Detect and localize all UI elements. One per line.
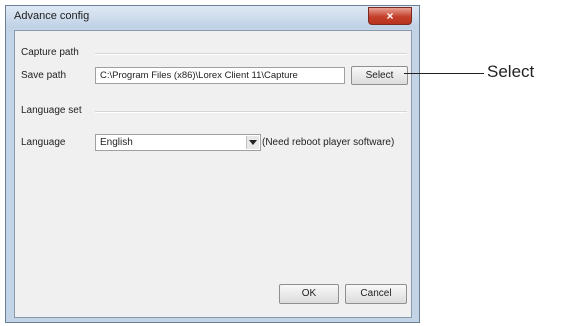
title-bar[interactable]: Advance config × bbox=[6, 6, 419, 28]
chevron-down-icon[interactable] bbox=[246, 136, 259, 149]
callout-line bbox=[404, 73, 484, 74]
language-dropdown[interactable]: English bbox=[95, 134, 261, 151]
close-icon: × bbox=[386, 9, 394, 23]
callout-label: Select bbox=[487, 62, 535, 81]
save-path-field[interactable]: C:\Program Files (x86)\Lorex Client 11\C… bbox=[95, 67, 345, 84]
select-button-label: Select bbox=[365, 70, 394, 81]
capture-path-divider bbox=[95, 53, 407, 55]
language-set-divider bbox=[95, 111, 407, 113]
reboot-note: (Need reboot player software) bbox=[262, 137, 395, 148]
save-path-label: Save path bbox=[21, 70, 67, 81]
advance-config-window: Advance config × Capture path Save path … bbox=[5, 5, 420, 323]
cancel-button-label: Cancel bbox=[360, 288, 392, 299]
capture-path-group-label: Capture path bbox=[21, 47, 83, 58]
ok-button[interactable]: OK bbox=[279, 284, 339, 304]
cancel-button[interactable]: Cancel bbox=[345, 284, 407, 304]
ok-button-label: OK bbox=[301, 288, 317, 299]
language-set-group-label: Language set bbox=[21, 105, 86, 116]
close-button[interactable]: × bbox=[368, 7, 412, 25]
language-selected-value: English bbox=[100, 137, 133, 148]
window-title: Advance config bbox=[14, 10, 90, 22]
dialog-body: Capture path Save path C:\Program Files … bbox=[14, 30, 412, 318]
select-button[interactable]: Select bbox=[351, 66, 408, 85]
language-label: Language bbox=[21, 137, 66, 148]
